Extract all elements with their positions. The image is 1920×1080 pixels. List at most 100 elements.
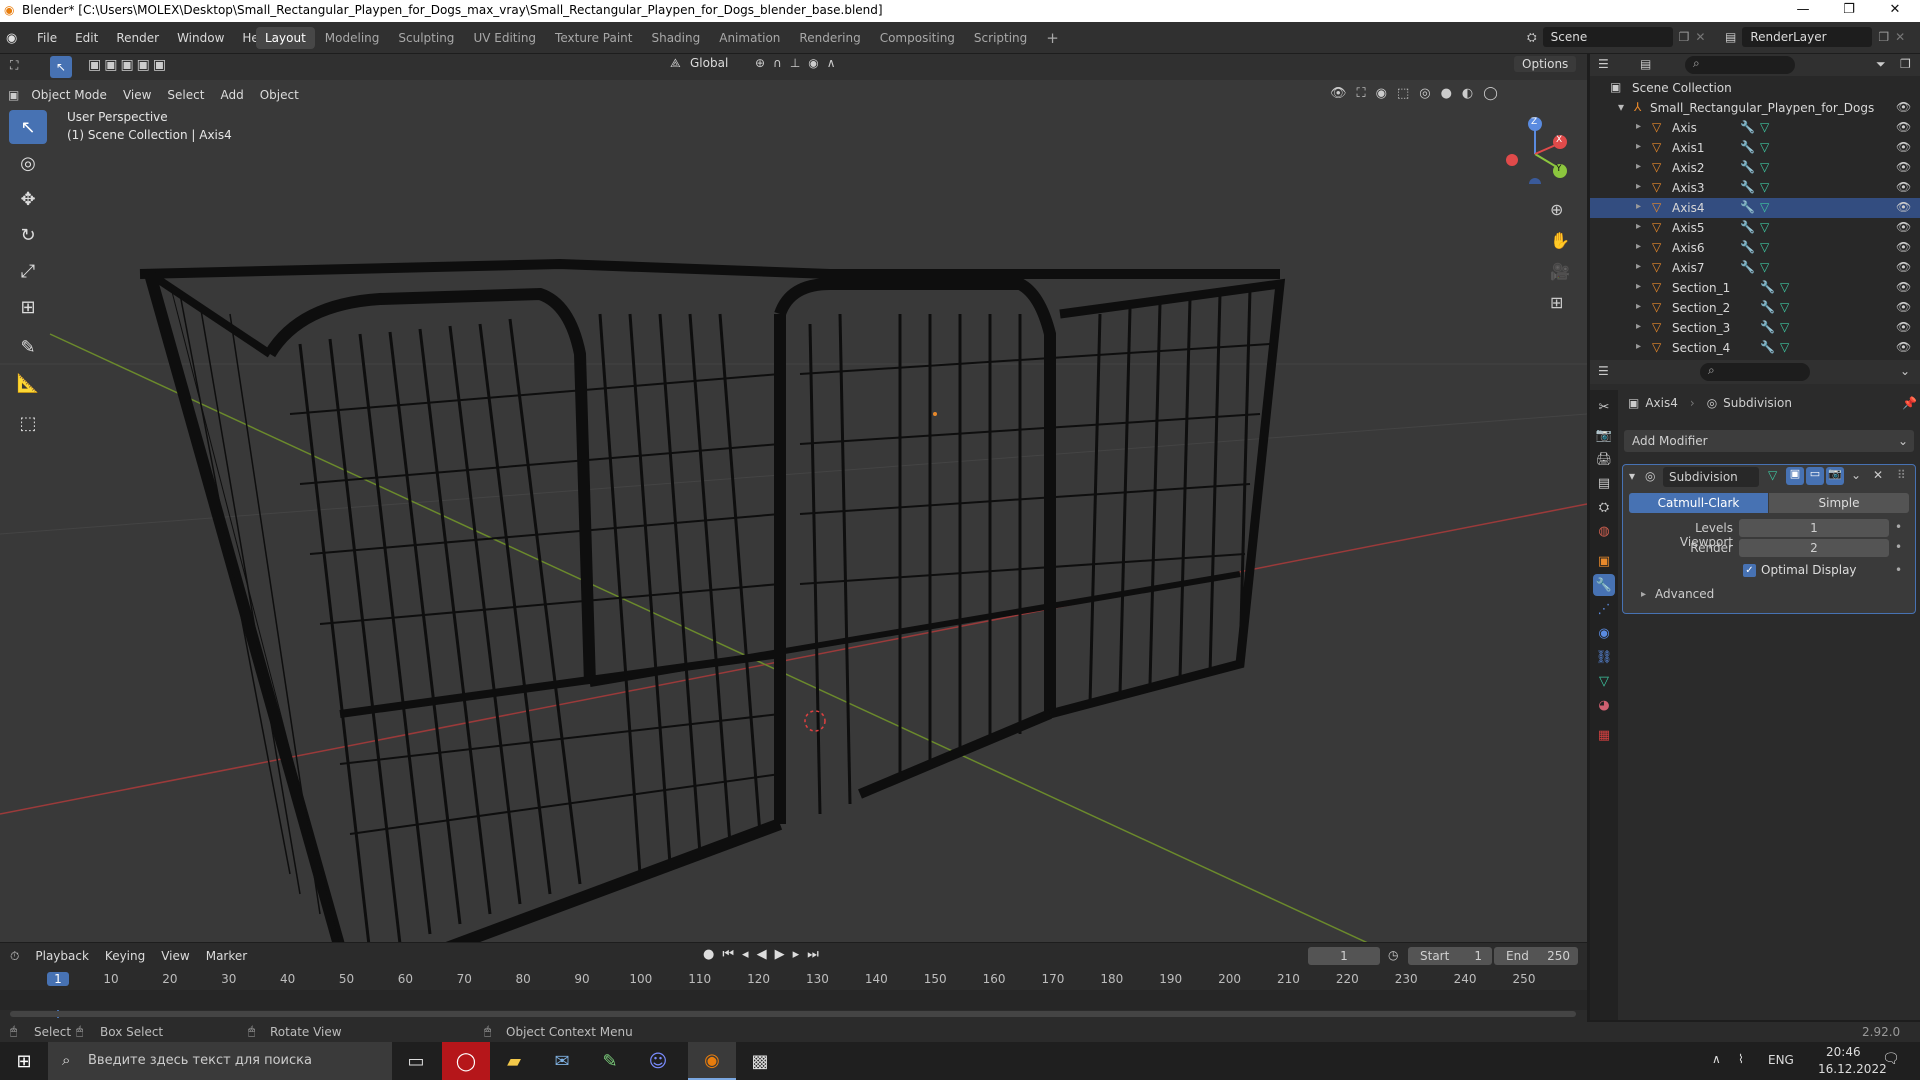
new-scene-icon[interactable]: ❐: [1679, 30, 1690, 44]
expand-icon[interactable]: ▸: [1641, 589, 1646, 600]
expand-icon[interactable]: ▸: [1636, 161, 1641, 172]
viewport-menu-add[interactable]: Add: [212, 84, 251, 106]
outliner-item[interactable]: ▸ ▽ Section_4 🔧 ▽ 👁: [1590, 338, 1920, 358]
modifier-tab-icon[interactable]: 🔧: [1593, 574, 1615, 596]
visibility-eye-icon[interactable]: 👁: [1896, 120, 1911, 134]
discord-icon[interactable]: ☺: [634, 1042, 682, 1080]
expand-icon[interactable]: ▸: [1636, 221, 1641, 232]
output-tab-icon[interactable]: 🖨: [1593, 448, 1615, 470]
outliner-item[interactable]: ▸ ▽ Axis3 🔧 ▽ 👁: [1590, 178, 1920, 198]
opera-icon[interactable]: ◯: [442, 1042, 490, 1080]
viewport-menu-view[interactable]: View: [115, 84, 159, 106]
expand-icon[interactable]: ▸: [1636, 241, 1641, 252]
tool-tab-icon[interactable]: ✂: [1593, 396, 1615, 418]
new-layer-icon[interactable]: ❐: [1878, 30, 1889, 44]
outliner-item[interactable]: ▸ ▽ Axis7 🔧 ▽ 👁: [1590, 258, 1920, 278]
advanced-subpanel[interactable]: Advanced: [1655, 587, 1714, 601]
simple-button[interactable]: Simple: [1769, 493, 1909, 513]
tab-rendering[interactable]: Rendering: [790, 27, 869, 49]
collapse-icon[interactable]: ▾: [1618, 100, 1624, 114]
task-view-icon[interactable]: ▭: [392, 1042, 440, 1080]
expand-icon[interactable]: ▸: [1636, 301, 1641, 312]
prev-keyframe-icon[interactable]: ◂: [742, 947, 757, 962]
image-viewer-icon[interactable]: ▩: [736, 1042, 784, 1080]
add-modifier-dropdown[interactable]: Add Modifier ⌄: [1624, 430, 1914, 452]
frame-ruler[interactable]: 1 10 20 30 40 50 60 70 80 90 100 110 120 130 140 150 160…: [0, 970, 1587, 1018]
keyframe-dot-icon[interactable]: •: [1895, 540, 1902, 554]
blender-menu-icon[interactable]: ◉: [6, 31, 28, 46]
ortho-grid-icon[interactable]: ⊞: [1550, 287, 1570, 318]
outliner-item[interactable]: ▸ ▽ Section_2 🔧 ▽ 👁: [1590, 298, 1920, 318]
tab-sculpting[interactable]: Sculpting: [389, 27, 463, 49]
jump-start-icon[interactable]: ⏮: [722, 947, 742, 962]
timeline-scrollbar[interactable]: [10, 1011, 1576, 1017]
mail-app-icon[interactable]: ✉: [538, 1042, 586, 1080]
select-tool-icon[interactable]: ↖: [50, 56, 72, 78]
outliner-item[interactable]: ▸ ▽ Axis2 🔧 ▽ 👁: [1590, 158, 1920, 178]
outliner-item[interactable]: ▸ ▽ Axis1 🔧 ▽ 👁: [1590, 138, 1920, 158]
keyframe-dot-icon[interactable]: •: [1895, 520, 1902, 534]
outliner-item[interactable]: ▸ ▽ Section_3 🔧 ▽ 👁: [1590, 318, 1920, 338]
modifier-name-field[interactable]: Subdivision: [1663, 467, 1759, 487]
playback-menu[interactable]: Playback: [27, 945, 97, 967]
jump-end-icon[interactable]: ⏭: [807, 947, 827, 962]
expand-icon[interactable]: ▸: [1636, 201, 1641, 212]
visibility-eye-icon[interactable]: 👁: [1896, 100, 1911, 114]
viewport-display-icons[interactable]: 👁⛶◉⬚◎●◐◯: [1330, 86, 1508, 101]
tab-texture-paint[interactable]: Texture Paint: [546, 27, 641, 49]
visibility-eye-icon[interactable]: 👁: [1896, 320, 1911, 334]
tab-modeling[interactable]: Modeling: [316, 27, 389, 49]
play-reverse-icon[interactable]: ◀: [757, 947, 775, 962]
options-dropdown[interactable]: Options: [1514, 56, 1577, 72]
maximize-button[interactable]: ❐: [1826, 0, 1872, 22]
menu-window[interactable]: Window: [168, 26, 233, 50]
keying-menu[interactable]: Keying: [97, 945, 153, 967]
current-frame-field[interactable]: 1: [1308, 947, 1380, 965]
physics-tab-icon[interactable]: ◉: [1593, 622, 1615, 644]
optimal-display-checkbox[interactable]: ✓: [1743, 564, 1756, 577]
file-explorer-icon[interactable]: ▰: [490, 1042, 538, 1080]
outliner-item[interactable]: ▸ ▽ Axis5 🔧 ▽ 👁: [1590, 218, 1920, 238]
expand-icon[interactable]: ▸: [1636, 141, 1641, 152]
remove-modifier-icon[interactable]: ✕: [1873, 468, 1883, 482]
drag-handle-icon[interactable]: ⠿: [1897, 468, 1906, 482]
filter-icon[interactable]: ⏷: [1876, 57, 1886, 72]
visibility-eye-icon[interactable]: 👁: [1896, 240, 1911, 254]
outliner-item[interactable]: ▸ ▽ Axis4 🔧 ▽ 👁: [1590, 198, 1920, 218]
tab-animation[interactable]: Animation: [710, 27, 789, 49]
playback-controls[interactable]: ● ⏮ ◂ ◀ ▶ ▸ ⏭: [703, 947, 827, 962]
display-mode-icon[interactable]: ▤: [1640, 57, 1651, 71]
tab-scripting[interactable]: Scripting: [965, 27, 1036, 49]
keyframe-track[interactable]: [0, 990, 1587, 1010]
select-mode-icons[interactable]: ▣▣▣▣▣: [88, 57, 169, 73]
tab-shading[interactable]: Shading: [642, 27, 709, 49]
outliner-item[interactable]: ▸ ▽ Axis6 🔧 ▽ 👁: [1590, 238, 1920, 258]
object-mode-dropdown[interactable]: Object Mode: [23, 84, 115, 106]
catmull-clark-button[interactable]: Catmull-Clark: [1629, 493, 1768, 513]
viewport-toggle-icon[interactable]: ▭: [1806, 467, 1824, 485]
delete-scene-icon[interactable]: ✕: [1695, 30, 1705, 44]
visibility-eye-icon[interactable]: 👁: [1896, 140, 1911, 154]
view-layer-tab-icon[interactable]: ▤: [1593, 472, 1615, 494]
scene-tab-icon[interactable]: ⛭: [1593, 496, 1615, 518]
expand-icon[interactable]: ▸: [1636, 261, 1641, 272]
panel-collapse-icon[interactable]: ▾: [1629, 469, 1635, 483]
blender-taskbar-icon[interactable]: ◉: [688, 1042, 736, 1080]
outliner-collection-row[interactable]: ▾ ⅄ Small_Rectangular_Playpen_for_Dogs 👁: [1590, 98, 1920, 118]
keyframe-dot-icon[interactable]: •: [1895, 563, 1902, 577]
visibility-eye-icon[interactable]: 👁: [1896, 280, 1911, 294]
timeline-view-menu[interactable]: View: [153, 945, 197, 967]
language-indicator[interactable]: ENG: [1768, 1053, 1794, 1067]
marker-menu[interactable]: Marker: [198, 945, 255, 967]
tab-compositing[interactable]: Compositing: [871, 27, 964, 49]
navigation-gizmo[interactable]: Z Y X: [1500, 114, 1570, 190]
properties-search-input[interactable]: ⌕: [1700, 363, 1810, 381]
menu-edit[interactable]: Edit: [66, 26, 107, 50]
texture-tab-icon[interactable]: ▦: [1593, 724, 1615, 746]
timeline-editor-icon[interactable]: ⏱: [10, 949, 19, 964]
modifier-dropdown-icon[interactable]: ⌄: [1851, 468, 1861, 482]
tab-layout[interactable]: Layout: [256, 27, 315, 49]
outliner-editor-icon[interactable]: ☰: [1598, 57, 1609, 71]
visibility-eye-icon[interactable]: 👁: [1896, 220, 1911, 234]
expand-icon[interactable]: ▸: [1636, 321, 1641, 332]
